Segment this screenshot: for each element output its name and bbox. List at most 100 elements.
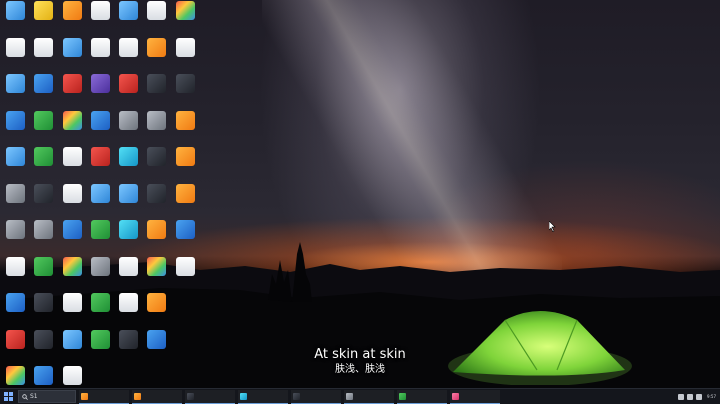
- desktop-shortcut[interactable]: [113, 220, 143, 256]
- taskbar-app-button[interactable]: [344, 389, 394, 404]
- desktop-shortcut[interactable]: [0, 329, 30, 366]
- desktop-shortcut[interactable]: [28, 110, 58, 147]
- app-icon: [62, 74, 82, 93]
- desktop-shortcut[interactable]: [141, 329, 171, 366]
- desktop-shortcut[interactable]: [0, 74, 30, 110]
- desktop-shortcut[interactable]: [113, 183, 143, 220]
- desktop-shortcut[interactable]: [57, 1, 87, 37]
- shortcut-label: [170, 277, 200, 289]
- desktop-shortcut[interactable]: [113, 329, 143, 366]
- desktop-shortcut[interactable]: [28, 183, 58, 220]
- desktop-shortcut[interactable]: [141, 183, 171, 220]
- app-icon: [146, 37, 166, 57]
- desktop-shortcut[interactable]: [170, 220, 200, 256]
- desktop-shortcut[interactable]: [170, 74, 200, 110]
- desktop-shortcut[interactable]: [113, 110, 143, 147]
- shortcut-label: [113, 204, 143, 216]
- shortcut-label: [113, 167, 143, 179]
- desktop-shortcut[interactable]: [113, 293, 143, 329]
- desktop-shortcut[interactable]: [57, 183, 87, 220]
- desktop-shortcut[interactable]: [85, 220, 115, 256]
- desktop-shortcut[interactable]: [28, 1, 58, 37]
- taskbar-app-button[interactable]: [185, 389, 235, 404]
- taskbar-app-button[interactable]: [291, 389, 341, 404]
- desktop-shortcut[interactable]: [0, 110, 30, 147]
- desktop-shortcut[interactable]: [170, 147, 200, 183]
- desktop-shortcut[interactable]: [28, 329, 58, 366]
- desktop-shortcut[interactable]: [170, 256, 200, 293]
- desktop-shortcut[interactable]: [85, 329, 115, 366]
- desktop-shortcut[interactable]: [170, 37, 200, 74]
- desktop-shortcut[interactable]: [57, 220, 87, 256]
- desktop-shortcut[interactable]: [85, 37, 115, 74]
- desktop-shortcut[interactable]: [141, 1, 171, 37]
- app-icon: [90, 110, 110, 130]
- desktop-shortcut[interactable]: [170, 1, 200, 37]
- app-icon: [62, 329, 82, 349]
- desktop-shortcut[interactable]: [85, 256, 115, 293]
- shortcut-label: [57, 240, 87, 252]
- desktop-shortcut[interactable]: [28, 147, 58, 183]
- desktop-shortcut[interactable]: [0, 256, 30, 293]
- app-icon: [118, 1, 138, 20]
- desktop-shortcut[interactable]: [85, 110, 115, 147]
- app-icon: [175, 183, 195, 203]
- shortcut-label: [170, 204, 200, 216]
- shortcut-label: [113, 21, 143, 33]
- desktop-shortcut[interactable]: [28, 37, 58, 74]
- desktop-shortcut[interactable]: [57, 74, 87, 110]
- app-icon: [146, 183, 166, 203]
- desktop-shortcut[interactable]: [57, 37, 87, 74]
- document-icon: [62, 147, 82, 166]
- desktop-shortcut[interactable]: [141, 256, 171, 293]
- taskbar-app-button[interactable]: [238, 389, 288, 404]
- start-button[interactable]: [0, 389, 16, 404]
- volume-icon[interactable]: [696, 393, 703, 400]
- taskbar-app-button[interactable]: [450, 389, 500, 404]
- desktop-shortcut[interactable]: [0, 183, 30, 220]
- desktop-shortcut[interactable]: [0, 293, 30, 329]
- taskbar-app-button[interactable]: [397, 389, 447, 404]
- desktop-shortcut[interactable]: [141, 147, 171, 183]
- desktop-shortcut[interactable]: [0, 37, 30, 74]
- app-icon: [5, 293, 25, 312]
- desktop-shortcut[interactable]: [28, 220, 58, 256]
- desktop-shortcut[interactable]: [0, 1, 30, 37]
- desktop-shortcut[interactable]: [113, 147, 143, 183]
- desktop-shortcut[interactable]: [57, 293, 87, 329]
- desktop-shortcut[interactable]: [85, 147, 115, 183]
- desktop-shortcut[interactable]: [57, 110, 87, 147]
- desktop-shortcut[interactable]: [0, 220, 30, 256]
- desktop-shortcut[interactable]: [57, 256, 87, 293]
- desktop-shortcut[interactable]: [28, 74, 58, 110]
- taskbar-clock[interactable]: 9:57: [707, 394, 716, 399]
- desktop-shortcut[interactable]: [57, 329, 87, 366]
- desktop-shortcut[interactable]: [141, 110, 171, 147]
- app-icon: [5, 110, 25, 130]
- desktop-shortcut[interactable]: [85, 1, 115, 37]
- desktop-shortcut[interactable]: [85, 293, 115, 329]
- desktop-shortcut[interactable]: [113, 37, 143, 74]
- taskbar-app-button[interactable]: [79, 389, 129, 404]
- desktop-shortcut[interactable]: [141, 37, 171, 74]
- chevron-up-icon[interactable]: [678, 393, 685, 400]
- network-icon[interactable]: [687, 393, 694, 400]
- desktop-shortcut[interactable]: [85, 74, 115, 110]
- desktop-shortcut[interactable]: [28, 256, 58, 293]
- desktop-shortcut[interactable]: [57, 147, 87, 183]
- desktop-shortcut[interactable]: [113, 1, 143, 37]
- desktop-shortcut[interactable]: [113, 74, 143, 110]
- taskbar-search-box[interactable]: S1: [18, 390, 76, 403]
- desktop-shortcut[interactable]: [113, 256, 143, 293]
- desktop-shortcut[interactable]: [170, 183, 200, 220]
- taskbar-app-button[interactable]: [132, 389, 182, 404]
- desktop-shortcut[interactable]: [141, 74, 171, 110]
- desktop-shortcut[interactable]: [85, 183, 115, 220]
- shortcut-label: [57, 58, 87, 70]
- document-icon: [62, 183, 82, 203]
- desktop-shortcut[interactable]: [141, 293, 171, 329]
- desktop-shortcut[interactable]: [141, 220, 171, 256]
- desktop-shortcut[interactable]: [170, 110, 200, 147]
- desktop-shortcut[interactable]: [0, 147, 30, 183]
- desktop-shortcut[interactable]: [28, 293, 58, 329]
